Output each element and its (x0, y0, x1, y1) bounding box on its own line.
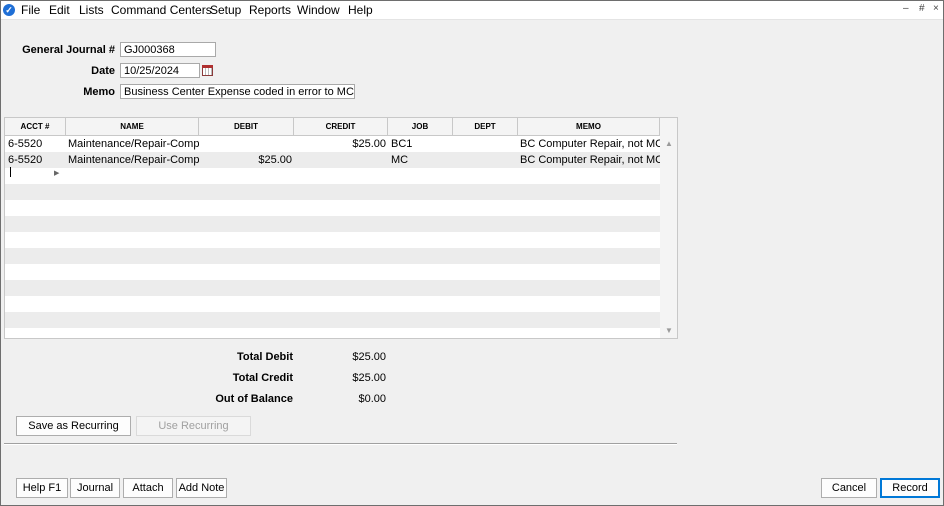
menu-file[interactable]: File (21, 3, 40, 17)
scroll-up-icon[interactable]: ▲ (665, 139, 673, 148)
current-row-indicator-icon: ▶ (54, 170, 60, 177)
debit-cell[interactable]: $25.00 (199, 152, 292, 168)
total-credit-value: $25.00 (352, 372, 386, 384)
date-label: Date (91, 65, 115, 77)
date-field[interactable]: 10/25/2024 (120, 63, 200, 78)
menu-edit[interactable]: Edit (49, 3, 70, 17)
table-header: ACCT # NAME DEBIT CREDIT JOB DEPT MEMO (5, 118, 677, 136)
total-debit-value: $25.00 (352, 351, 386, 363)
menu-setup[interactable]: Setup (210, 3, 241, 17)
menu-help[interactable]: Help (348, 3, 373, 17)
column-header-acct[interactable]: ACCT # (5, 118, 66, 135)
help-button[interactable]: Help F1 (16, 478, 68, 498)
total-debit-label: Total Debit (236, 351, 293, 363)
table-row[interactable]: 6-5520 Maintenance/Repair-Compu $25.00 B… (5, 136, 660, 152)
memo-field[interactable]: Business Center Expense coded in error t… (120, 84, 355, 99)
minimize-icon[interactable]: – (903, 3, 909, 14)
dept-cell[interactable] (456, 136, 516, 152)
memo-cell[interactable]: BC Computer Repair, not MC (520, 152, 660, 168)
column-header-dept[interactable]: DEPT (453, 118, 518, 135)
table-scrollbar[interactable]: ▲ ▼ (660, 135, 677, 338)
empty-row[interactable] (5, 248, 660, 264)
record-button[interactable]: Record (880, 478, 940, 498)
credit-cell[interactable] (294, 152, 386, 168)
name-cell[interactable]: Maintenance/Repair-Compu (68, 152, 199, 168)
close-icon[interactable]: × (933, 3, 939, 14)
empty-row[interactable] (5, 200, 660, 216)
acct-cell[interactable]: 6-5520 (8, 136, 63, 152)
scroll-down-icon[interactable]: ▼ (665, 326, 673, 335)
menu-window[interactable]: Window (297, 3, 340, 17)
column-header-credit[interactable]: CREDIT (294, 118, 388, 135)
menu-command-centers[interactable]: Command Centers (111, 3, 212, 17)
restore-icon[interactable]: # (919, 3, 925, 14)
menu-lists[interactable]: Lists (79, 3, 104, 17)
out-of-balance-label: Out of Balance (215, 393, 293, 405)
attach-button[interactable]: Attach (123, 478, 173, 498)
memo-label: Memo (83, 86, 115, 98)
acct-cell[interactable]: 6-5520 (8, 152, 63, 168)
credit-cell[interactable]: $25.00 (294, 136, 386, 152)
menu-reports[interactable]: Reports (249, 3, 291, 17)
column-header-debit[interactable]: DEBIT (199, 118, 294, 135)
empty-row[interactable] (5, 312, 660, 328)
empty-row[interactable] (5, 184, 660, 200)
empty-row[interactable] (5, 216, 660, 232)
empty-row[interactable] (5, 232, 660, 248)
job-cell[interactable]: BC1 (391, 136, 451, 152)
memo-cell[interactable]: BC Computer Repair, not MC (520, 136, 660, 152)
job-cell[interactable]: MC (391, 152, 451, 168)
journal-number-label: General Journal # (22, 44, 115, 56)
journal-number-field[interactable]: GJ000368 (120, 42, 216, 57)
use-recurring-button[interactable]: Use Recurring (136, 416, 251, 436)
column-header-name[interactable]: NAME (66, 118, 199, 135)
add-note-button[interactable]: Add Note (176, 478, 227, 498)
empty-row[interactable] (5, 296, 660, 312)
total-credit-label: Total Credit (232, 372, 293, 384)
text-cursor (10, 167, 11, 177)
divider (4, 443, 677, 445)
cancel-button[interactable]: Cancel (821, 478, 877, 498)
table-row[interactable]: 6-5520 Maintenance/Repair-Compu $25.00 M… (5, 152, 660, 168)
empty-row[interactable] (5, 280, 660, 296)
calendar-icon[interactable] (202, 65, 213, 76)
dept-cell[interactable] (456, 152, 516, 168)
column-header-job[interactable]: JOB (388, 118, 453, 135)
empty-row[interactable] (5, 264, 660, 280)
empty-row[interactable] (5, 168, 660, 184)
journal-lines-table: ACCT # NAME DEBIT CREDIT JOB DEPT MEMO 6… (4, 117, 678, 339)
debit-cell[interactable] (199, 136, 292, 152)
out-of-balance-value: $0.00 (358, 393, 386, 405)
journal-button[interactable]: Journal (70, 478, 120, 498)
save-as-recurring-button[interactable]: Save as Recurring (16, 416, 131, 436)
menu-bar: ✓ File Edit Lists Command Centers Setup … (1, 1, 943, 20)
general-journal-window: ✓ File Edit Lists Command Centers Setup … (0, 0, 944, 506)
name-cell[interactable]: Maintenance/Repair-Compu (68, 136, 199, 152)
app-logo-icon[interactable]: ✓ (3, 4, 15, 16)
column-header-memo[interactable]: MEMO (518, 118, 660, 135)
